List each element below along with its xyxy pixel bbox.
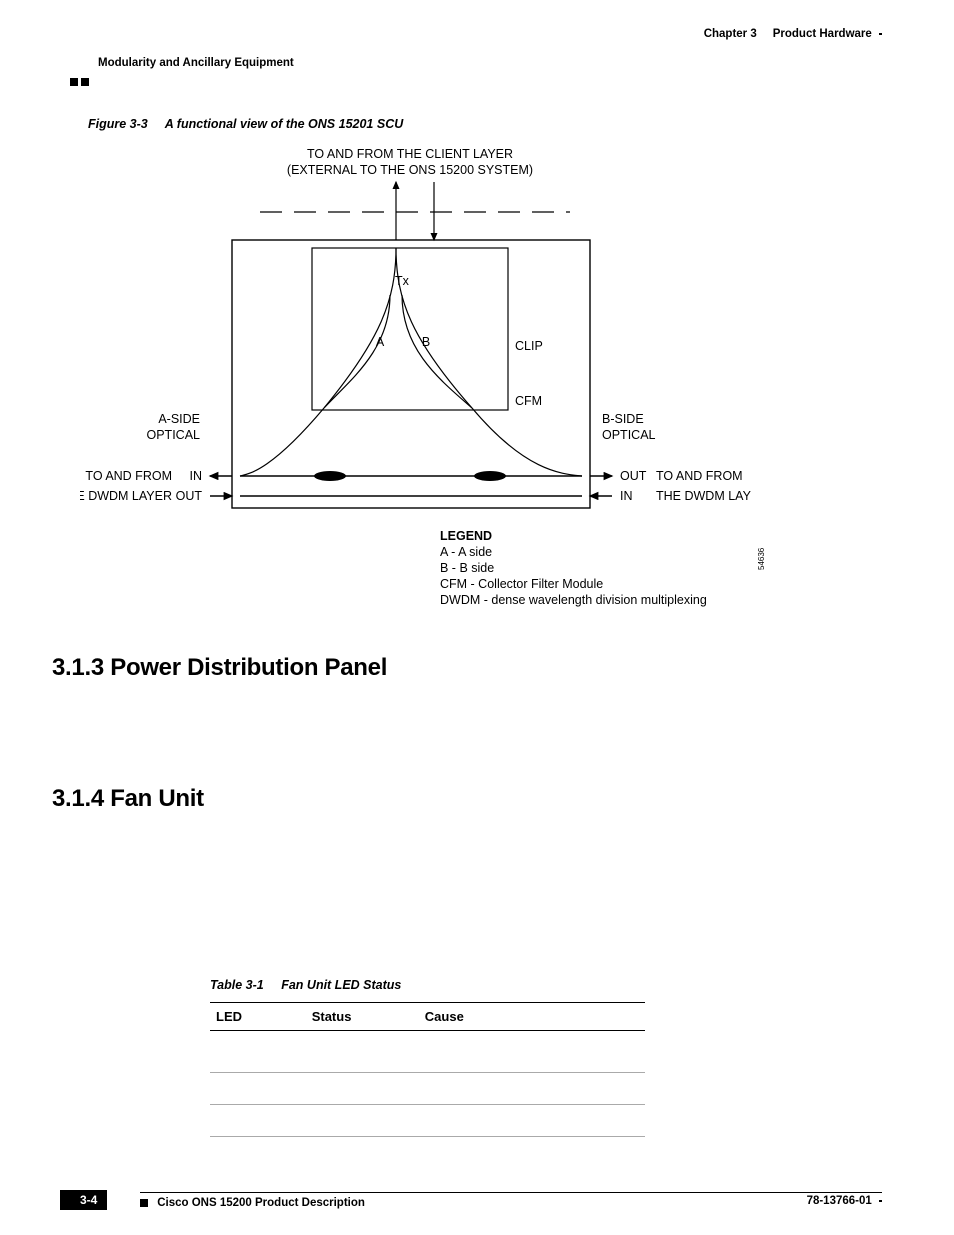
fig-top-line1: TO AND FROM THE CLIENT LAYER	[307, 147, 513, 161]
th-status: Status	[306, 1003, 419, 1031]
fig-top-line2: (EXTERNAL TO THE ONS 15200 SYSTEM)	[287, 163, 533, 177]
footer-book-title: Cisco ONS 15200 Product Description	[140, 1197, 882, 1209]
led-status-table: LED Status Cause	[210, 1002, 645, 1137]
page-number: 3-4	[60, 1190, 107, 1210]
table-cell	[419, 1073, 645, 1105]
section-heading: 3.1.4 Fan Unit	[52, 785, 204, 813]
docnum-rule	[879, 1200, 882, 1202]
chapter-title: Product Hardware	[773, 28, 872, 40]
fig-legend-b: B - B side	[440, 561, 494, 575]
footer-rule	[140, 1192, 882, 1193]
fig-legend-a: A - A side	[440, 545, 492, 559]
fig-cfm-label: CFM	[515, 394, 542, 408]
table-cell	[306, 1105, 419, 1137]
fig-a-in: IN	[190, 469, 203, 483]
th-led: LED	[210, 1003, 306, 1031]
fig-clip-label: CLIP	[515, 339, 543, 353]
fig-a-side1: A-SIDE	[158, 412, 200, 426]
figure-caption: Figure 3-3 A functional view of the ONS …	[88, 117, 403, 131]
table-cell	[306, 1073, 419, 1105]
table-3-1: Table 3-1 Fan Unit LED Status LED Status…	[210, 978, 645, 1137]
figure-label: Figure 3-3	[88, 117, 162, 131]
table-caption: Table 3-1 Fan Unit LED Status	[210, 978, 645, 1002]
table-row	[210, 1031, 645, 1073]
table-cell	[210, 1031, 306, 1073]
table-row	[210, 1073, 645, 1105]
footer-gutter-block	[140, 1199, 148, 1207]
section-3-1-4: 3.1.4 Fan Unit	[52, 785, 204, 813]
table-header-row: LED Status Cause	[210, 1003, 645, 1031]
fig-a-to1: TO AND FROM	[85, 469, 172, 483]
header-section-title: Modularity and Ancillary Equipment	[98, 57, 294, 69]
table-cell	[419, 1031, 645, 1073]
fig-legend-title: LEGEND	[440, 529, 492, 543]
fig-tx-label: Tx	[395, 274, 410, 288]
header-gutter-blocks	[70, 78, 91, 86]
doc-number: 78-13766-01	[807, 1195, 882, 1207]
fig-b-side1: B-SIDE	[602, 412, 644, 426]
fig-a-side2: OPTICAL	[147, 428, 201, 442]
header-right: Chapter 3 Product Hardware	[704, 28, 882, 40]
table-row	[210, 1105, 645, 1137]
header-rule-right	[879, 33, 882, 35]
fig-b-label: B	[422, 335, 430, 349]
figure-title: A functional view of the ONS 15201 SCU	[165, 117, 403, 131]
fig-a-label: A	[376, 335, 385, 349]
chapter-label: Chapter 3	[704, 28, 757, 40]
table-cell	[419, 1105, 645, 1137]
fig-b-in: IN	[620, 489, 633, 503]
fig-number-stamp: 54636	[757, 547, 766, 570]
figure-diagram: TO AND FROM THE CLIENT LAYER (EXTERNAL T…	[80, 140, 780, 633]
fig-a-out: OUT	[176, 489, 203, 503]
table-cell	[210, 1073, 306, 1105]
fig-legend-cfm: CFM - Collector Filter Module	[440, 577, 603, 591]
section-3-1-3: 3.1.3 Power Distribution Panel	[52, 654, 387, 682]
running-header: Chapter 3 Product Hardware Modularity an…	[70, 28, 882, 69]
running-footer: Cisco ONS 15200 Product Description 3-4 …	[60, 1192, 882, 1209]
table-cell	[210, 1105, 306, 1137]
fig-b-to2: THE DWDM LAY	[656, 489, 752, 503]
fig-legend-dwdm: DWDM - dense wavelength division multipl…	[440, 593, 707, 607]
fig-a-to2: THE DWDM LAYER	[80, 489, 172, 503]
fig-b-to1: TO AND FROM	[656, 469, 743, 483]
fig-b-side2: OPTICAL	[602, 428, 656, 442]
table-label: Table 3-1	[210, 978, 278, 992]
table-title: Fan Unit LED Status	[281, 978, 401, 992]
table-cell	[306, 1031, 419, 1073]
fig-b-out: OUT	[620, 469, 647, 483]
th-cause: Cause	[419, 1003, 645, 1031]
section-heading: 3.1.3 Power Distribution Panel	[52, 654, 387, 682]
